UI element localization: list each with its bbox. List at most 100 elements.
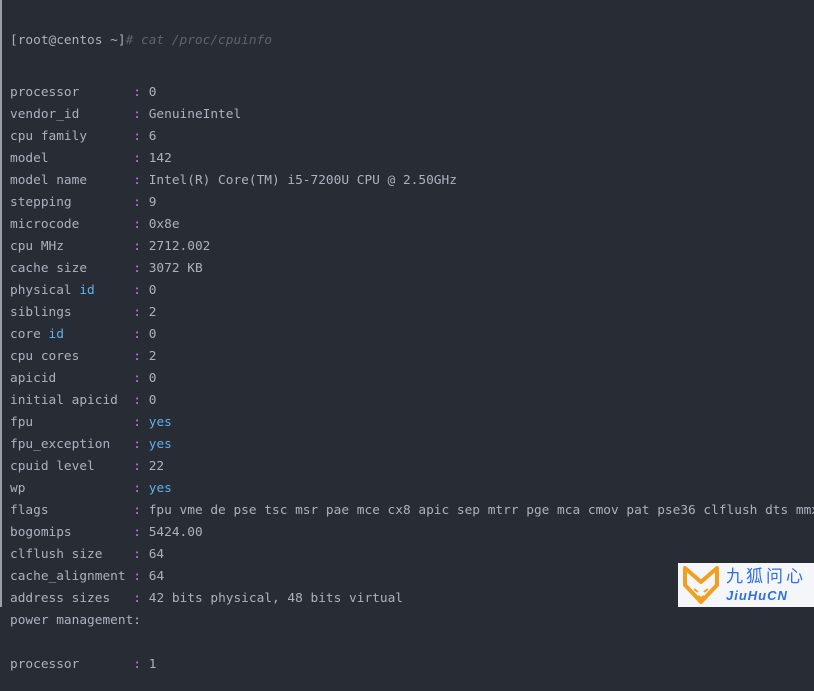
separator-colon: :: [133, 393, 142, 408]
padding: [49, 503, 134, 518]
cpuinfo-line: physical id : 0: [10, 280, 814, 302]
command-text: # cat /proc/cpuinfo: [125, 33, 272, 48]
field-key: bogomips: [10, 525, 72, 540]
separator-colon: :: [133, 239, 141, 254]
key-text: stepping: [10, 195, 72, 210]
separator-colon: :: [133, 327, 142, 342]
field-value: 3072 KB: [148, 261, 203, 276]
field-value: 142: [148, 151, 172, 166]
key-text: apicid: [10, 371, 57, 386]
separator-colon: :: [133, 459, 141, 474]
cpuinfo-line: power management:: [10, 610, 814, 632]
key-text: fpu: [10, 415, 34, 430]
field-value: yes: [148, 415, 172, 430]
field-key: cpuid level: [10, 459, 95, 474]
key-text: cpuid level: [10, 459, 95, 474]
field-key: cpu family: [10, 129, 87, 144]
watermark: 九狐问心 JiuHuCN: [678, 563, 814, 607]
key-text: clflush size: [10, 547, 103, 562]
padding: [118, 393, 133, 408]
shell-prompt: [root@centos ~]: [10, 33, 126, 48]
field-value: 2: [148, 305, 157, 320]
key-text: cache_alignment: [10, 569, 126, 584]
field-value: fpu vme de pse tsc msr pae mce cx8 apic …: [148, 503, 814, 518]
field-key: cpu MHz: [10, 239, 64, 254]
field-key: fpu_exception: [10, 437, 110, 452]
field-key: flags: [10, 503, 49, 518]
key-text: processor: [10, 657, 80, 672]
padding: [110, 591, 133, 606]
cpuinfo-line: apicid : 0: [10, 368, 814, 390]
separator-colon: :: [133, 151, 141, 166]
terminal-left-border: [0, 0, 2, 607]
field-value: 5424.00: [148, 525, 203, 540]
field-value: 0: [148, 85, 157, 100]
field-key: vendor_id: [10, 107, 79, 122]
field-key: cache_alignment: [10, 569, 126, 584]
padding: [95, 459, 134, 474]
key-text: cpu MHz: [10, 239, 64, 254]
key-text: initial apicid: [10, 393, 118, 408]
padding: [49, 151, 134, 166]
cpuinfo-line: processor : 1: [10, 654, 814, 676]
cpuinfo-line: microcode : 0x8e: [10, 214, 814, 236]
cpuinfo-line: wp : yes: [10, 478, 814, 500]
field-value: 0: [148, 283, 157, 298]
field-value: 1: [148, 657, 157, 672]
padding: [110, 437, 133, 452]
key-text: fpu_exception: [10, 437, 111, 452]
cpuinfo-line: core id : 0: [10, 324, 814, 346]
separator-colon: :: [133, 503, 141, 518]
cpuinfo-line: flags : fpu vme de pse tsc msr pae mce c…: [10, 500, 814, 522]
padding: [102, 547, 133, 562]
cpuinfo-line: initial apicid : 0: [10, 390, 814, 412]
padding: [64, 327, 133, 342]
field-key: fpu: [10, 415, 33, 430]
field-key: physical id: [10, 283, 95, 298]
field-key: siblings: [10, 305, 72, 320]
field-key: cpu cores: [10, 349, 79, 364]
field-key: model name: [10, 173, 87, 188]
watermark-chinese-text: 九狐问心: [726, 566, 806, 587]
separator-colon: :: [133, 437, 142, 452]
padding: [79, 85, 133, 100]
separator-colon: :: [133, 613, 141, 628]
separator-colon: :: [133, 129, 141, 144]
key-text: address sizes: [10, 591, 111, 606]
fox-logo-icon: [683, 566, 719, 604]
field-value: 6: [148, 129, 157, 144]
field-value: GenuineIntel: [148, 107, 242, 122]
padding: [79, 107, 133, 122]
field-key: power management: [10, 613, 133, 628]
key-text: model: [10, 151, 49, 166]
field-key: microcode: [10, 217, 79, 232]
separator-colon: :: [133, 195, 141, 210]
key-text: model name: [10, 173, 88, 188]
field-value: 42 bits physical, 48 bits virtual: [148, 591, 403, 606]
padding: [95, 283, 134, 298]
field-value: 0: [148, 327, 157, 342]
cpuinfo-line: model name : Intel(R) Core(TM) i5-7200U …: [10, 170, 814, 192]
separator-colon: :: [133, 107, 141, 122]
cpuinfo-line: bogomips : 5424.00: [10, 522, 814, 544]
field-value: 0: [148, 371, 157, 386]
key-text: cache size: [10, 261, 88, 276]
separator-colon: :: [133, 85, 141, 100]
separator-colon: :: [133, 657, 141, 672]
separator-colon: :: [133, 415, 142, 430]
field-value: yes: [148, 437, 172, 452]
field-key: wp: [10, 481, 25, 496]
field-key: processor: [10, 657, 79, 672]
field-key: apicid: [10, 371, 56, 386]
keyword-highlight: id: [79, 283, 95, 298]
field-key: core id: [10, 327, 64, 342]
padding: [87, 261, 133, 276]
key-text: core: [10, 327, 49, 342]
field-value: 2712.002: [148, 239, 211, 254]
field-value: 9: [148, 195, 157, 210]
cpuinfo-line: processor : 0: [10, 82, 814, 104]
cpuinfo-line: cpu family : 6: [10, 126, 814, 148]
separator-colon: :: [133, 173, 141, 188]
padding: [72, 525, 134, 540]
